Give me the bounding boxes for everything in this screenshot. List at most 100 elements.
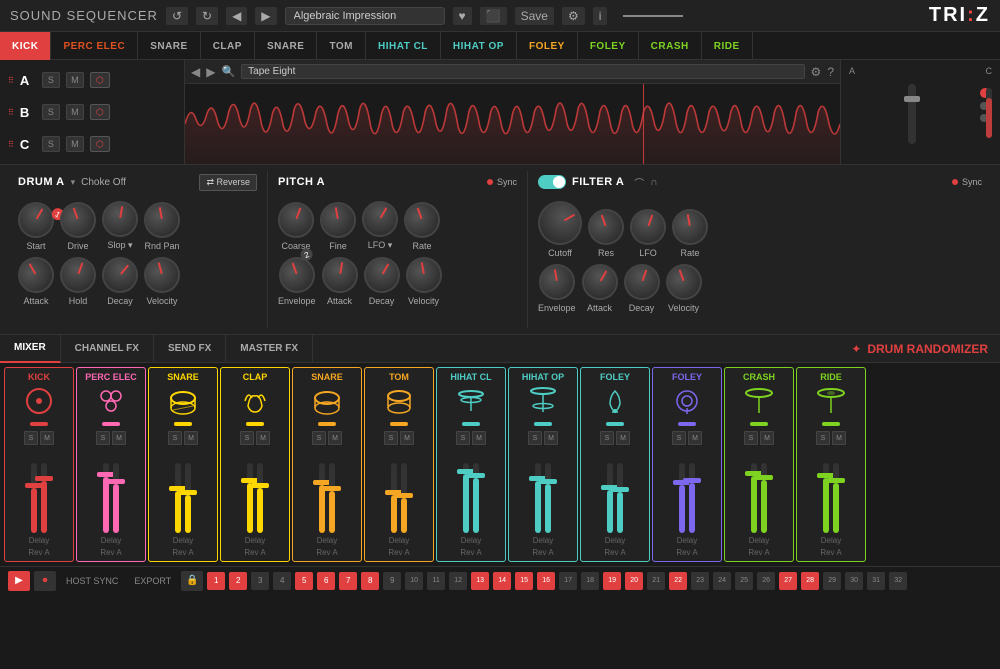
drum-tab-hihatop[interactable]: HIHAT OP	[441, 32, 517, 60]
drum-tab-kick[interactable]: KICK	[0, 32, 51, 60]
share-button[interactable]: ⬛	[480, 7, 507, 25]
knob-velocity-filter[interactable]	[660, 259, 706, 305]
step-btn-20[interactable]: 20	[625, 572, 643, 590]
prev-button[interactable]: ◀	[226, 7, 247, 25]
snare2-fader-handle2[interactable]	[323, 486, 341, 491]
ride-m-btn[interactable]: M	[832, 431, 846, 445]
track-b-m-button[interactable]: M	[66, 104, 84, 120]
kick-fader-v2[interactable]	[41, 463, 47, 533]
redo-button[interactable]: ↻	[196, 7, 218, 25]
foley2-s-btn[interactable]: S	[672, 431, 686, 445]
clap-s-btn[interactable]: S	[240, 431, 254, 445]
knob-attack-pitch[interactable]	[319, 254, 361, 296]
step-btn-1[interactable]: 1	[207, 572, 225, 590]
tom-fader-v2[interactable]	[401, 463, 407, 533]
step-btn-16[interactable]: 16	[537, 572, 555, 590]
lock-button[interactable]: 🔒	[181, 571, 203, 591]
reverse-button[interactable]: ⇄ Reverse	[199, 174, 257, 191]
step-btn-21[interactable]: 21	[647, 572, 665, 590]
knob-lfo-pitch[interactable]	[355, 194, 404, 243]
foley1-fader-v2[interactable]	[617, 463, 623, 533]
filter-shape-lp[interactable]: ⌒	[634, 175, 644, 190]
crash-fader-v1[interactable]	[751, 463, 757, 533]
knob-start[interactable]: 1	[11, 195, 60, 244]
step-btn-7[interactable]: 7	[339, 572, 357, 590]
step-btn-23[interactable]: 23	[691, 572, 709, 590]
foley2-fader-v1[interactable]	[679, 463, 685, 533]
step-btn-17[interactable]: 17	[559, 572, 577, 590]
hihatop-s-btn[interactable]: S	[528, 431, 542, 445]
foley1-s-btn[interactable]: S	[600, 431, 614, 445]
track-a-s-button[interactable]: S	[42, 72, 60, 88]
hihatcl-fader-v2[interactable]	[473, 463, 479, 533]
step-btn-6[interactable]: 6	[317, 572, 335, 590]
kick-m-btn[interactable]: M	[40, 431, 54, 445]
volume-fader[interactable]	[908, 84, 916, 144]
knob-attack[interactable]	[11, 250, 60, 299]
next-button[interactable]: ▶	[255, 7, 276, 25]
step-btn-3[interactable]: 3	[251, 572, 269, 590]
filter-toggle-switch[interactable]	[538, 175, 566, 189]
knob-decay-filter[interactable]	[618, 259, 664, 305]
snare2-m-btn[interactable]: M	[328, 431, 342, 445]
crash-fader-v2[interactable]	[761, 463, 767, 533]
track-c-m-button[interactable]: M	[66, 136, 84, 152]
step-btn-5[interactable]: 5	[295, 572, 313, 590]
foley1-fader-handle2[interactable]	[611, 487, 629, 492]
step-btn-9[interactable]: 9	[383, 572, 401, 590]
clap-fader-v2[interactable]	[257, 463, 263, 533]
step-btn-4[interactable]: 4	[273, 572, 291, 590]
percelec-fader-v2[interactable]	[113, 463, 119, 533]
knob-slop[interactable]	[99, 198, 141, 240]
knob-velocity[interactable]	[140, 253, 184, 297]
knob-cutoff[interactable]	[530, 193, 590, 253]
step-btn-30[interactable]: 30	[845, 572, 863, 590]
tom-fader-handle2[interactable]	[395, 493, 413, 498]
knob-drive[interactable]	[55, 197, 101, 243]
percelec-m-btn[interactable]: M	[112, 431, 126, 445]
ride-fader-handle2[interactable]	[827, 478, 845, 483]
waveform-search-input[interactable]	[241, 64, 804, 79]
step-btn-15[interactable]: 15	[515, 572, 533, 590]
track-c-s-button[interactable]: S	[42, 136, 60, 152]
snare2-s-btn[interactable]: S	[312, 431, 326, 445]
knob-rndpan[interactable]	[141, 199, 183, 241]
foley2-fader-handle2[interactable]	[683, 478, 701, 483]
knob-envelope-pitch[interactable]: 2	[274, 252, 320, 298]
mixer-tab-channelfx[interactable]: CHANNEL FX	[61, 335, 154, 363]
step-btn-26[interactable]: 26	[757, 572, 775, 590]
snare1-s-btn[interactable]: S	[168, 431, 182, 445]
snare1-fader-handle2[interactable]	[179, 490, 197, 495]
knob-attack-filter[interactable]	[575, 257, 624, 306]
knob-rate-filter[interactable]	[669, 206, 711, 248]
step-btn-32[interactable]: 32	[889, 572, 907, 590]
mixer-tab-masterfx[interactable]: MASTER FX	[226, 335, 313, 363]
hihatop-fader-v2[interactable]	[545, 463, 551, 533]
crash-s-btn[interactable]: S	[744, 431, 758, 445]
drum-tab-snare2[interactable]: SNARE	[255, 32, 318, 60]
knob-decay-pitch[interactable]	[357, 250, 406, 299]
hihatop-fader-handle2[interactable]	[539, 479, 557, 484]
randomizer-label[interactable]: DRUM RANDOMIZER	[867, 342, 988, 356]
step-btn-12[interactable]: 12	[449, 572, 467, 590]
crash-fader-handle2[interactable]	[755, 475, 773, 480]
foley1-fader-v1[interactable]	[607, 463, 613, 533]
crash-m-btn[interactable]: M	[760, 431, 774, 445]
undo-button[interactable]: ↺	[166, 7, 188, 25]
hihatop-m-btn[interactable]: M	[544, 431, 558, 445]
step-btn-10[interactable]: 10	[405, 572, 423, 590]
knob-lfo-filter[interactable]	[625, 204, 671, 250]
snare1-m-btn[interactable]: M	[184, 431, 198, 445]
knob-fine[interactable]	[317, 199, 359, 241]
ride-fader-v1[interactable]	[823, 463, 829, 533]
settings-button[interactable]: ⚙	[562, 7, 585, 25]
drum-tab-foley2[interactable]: FOLEY	[578, 32, 639, 60]
knob-res[interactable]	[583, 204, 629, 250]
rec-button[interactable]: ⏺	[34, 571, 56, 591]
track-b-s-button[interactable]: S	[42, 104, 60, 120]
foley1-m-btn[interactable]: M	[616, 431, 630, 445]
hihatcl-fader-handle2[interactable]	[467, 473, 485, 478]
step-btn-31[interactable]: 31	[867, 572, 885, 590]
step-btn-2[interactable]: 2	[229, 572, 247, 590]
kick-fader-handle2[interactable]	[35, 476, 53, 481]
